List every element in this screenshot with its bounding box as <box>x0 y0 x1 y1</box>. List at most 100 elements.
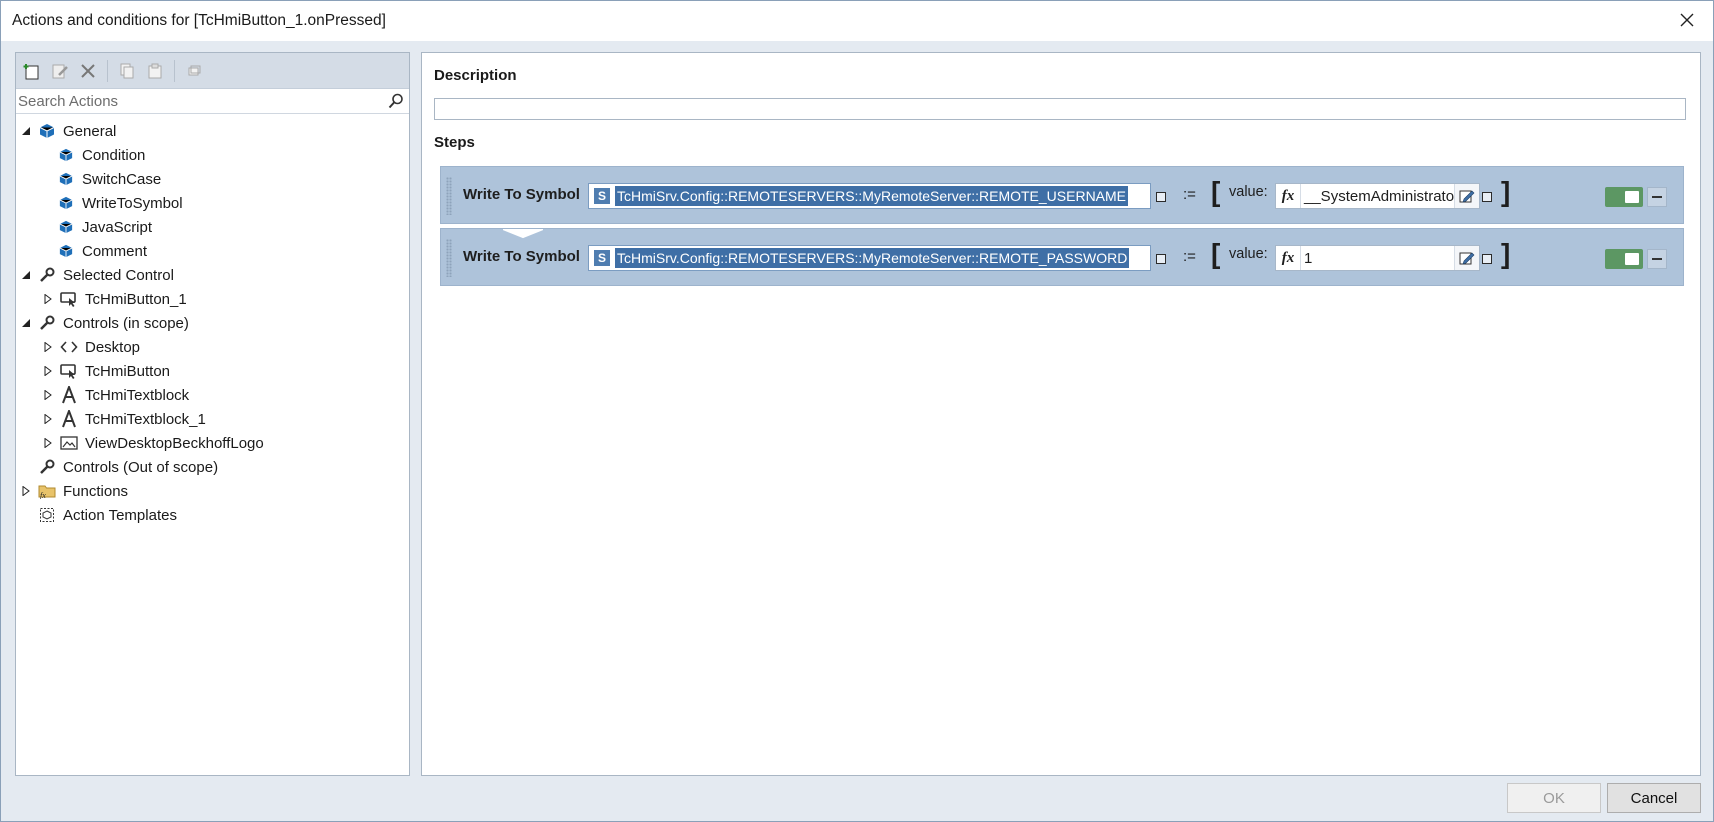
title-bar: Actions and conditions for [TcHmiButton_… <box>1 1 1713 41</box>
step-enabled-toggle[interactable] <box>1605 249 1643 269</box>
tree-label: Controls (Out of scope) <box>63 458 219 476</box>
expand-icon[interactable] <box>42 341 54 353</box>
tree-node-tchmibutton[interactable]: TcHmiButton <box>42 359 170 383</box>
symbol-badge-icon: S <box>593 249 611 267</box>
text-a-icon <box>60 410 78 428</box>
step-enabled-toggle[interactable] <box>1605 187 1643 207</box>
tree-label: Functions <box>63 482 129 500</box>
steps-label: Steps <box>434 134 475 151</box>
toolbar-separator <box>174 59 175 82</box>
actions-toolbar <box>16 53 409 89</box>
tree-node-viewdesktop-logo[interactable]: ViewDesktopBeckhoffLogo <box>42 431 264 455</box>
actions-dialog: Actions and conditions for [TcHmiButton_… <box>0 0 1714 822</box>
tree-label: JavaScript <box>82 218 153 236</box>
value-field[interactable]: fx __SystemAdministrator <box>1275 183 1480 209</box>
tree-node-general[interactable]: General <box>20 119 116 143</box>
tree-label: TcHmiTextblock_1 <box>85 410 206 428</box>
step-connector-icon <box>503 229 543 239</box>
collapse-icon[interactable] <box>20 125 32 137</box>
function-fx-icon[interactable]: fx <box>1276 246 1301 270</box>
tree-label: TcHmiButton <box>85 362 171 380</box>
step-item[interactable]: Write To Symbol S TcHmiSrv.Config::REMOT… <box>440 228 1684 286</box>
tree-label: Controls (in scope) <box>63 314 189 332</box>
tree-node-condition[interactable]: Condition <box>57 143 145 167</box>
tree-node-functions[interactable]: fx Functions <box>20 479 128 503</box>
new-icon[interactable] <box>20 59 44 83</box>
symbol-field[interactable]: S TcHmiSrv.Config::REMOTESERVERS::MyRemo… <box>588 183 1151 209</box>
symbol-options-button[interactable] <box>1156 192 1166 202</box>
image-icon <box>60 434 78 452</box>
code-brackets-icon <box>60 338 78 356</box>
wrench-icon <box>38 266 56 284</box>
open-bracket: [ <box>1211 176 1221 207</box>
paste-icon[interactable] <box>143 59 167 83</box>
tree-label: Desktop <box>85 338 141 356</box>
cube-icon <box>57 170 75 188</box>
edit-value-icon[interactable] <box>1454 184 1479 208</box>
collapse-icon[interactable] <box>20 269 32 281</box>
close-icon[interactable] <box>1675 8 1699 32</box>
expand-icon[interactable] <box>42 437 54 449</box>
expand-icon[interactable] <box>42 365 54 377</box>
step-type-label: Write To Symbol <box>463 248 580 265</box>
search-input[interactable] <box>16 89 380 113</box>
tree-node-tchmitextblock-1[interactable]: TcHmiTextblock_1 <box>42 407 206 431</box>
edit-value-icon[interactable] <box>1454 246 1479 270</box>
cube-icon <box>57 146 75 164</box>
expand-icon[interactable] <box>42 389 54 401</box>
description-input[interactable] <box>434 98 1686 120</box>
tree-node-selected-control[interactable]: Selected Control <box>20 263 174 287</box>
symbol-path: TcHmiSrv.Config::REMOTESERVERS::MyRemote… <box>615 248 1130 268</box>
expand-icon[interactable] <box>42 413 54 425</box>
cube-icon <box>57 218 75 236</box>
tree-label: TcHmiTextblock <box>85 386 190 404</box>
edit-icon[interactable] <box>48 59 72 83</box>
tree-node-controls-in-scope[interactable]: Controls (in scope) <box>20 311 189 335</box>
assign-operator: := <box>1183 248 1196 265</box>
symbol-options-button[interactable] <box>1156 254 1166 264</box>
tree-label: Selected Control <box>63 266 174 284</box>
remove-step-button[interactable] <box>1647 187 1667 207</box>
tree-label: General <box>63 122 117 140</box>
search-icon[interactable] <box>387 92 405 110</box>
tree-node-desktop[interactable]: Desktop <box>42 335 140 359</box>
delete-icon[interactable] <box>76 59 100 83</box>
value-text: __SystemAdministrator <box>1304 188 1460 205</box>
tree-label: TcHmiButton_1 <box>85 290 187 308</box>
value-field[interactable]: fx 1 <box>1275 245 1480 271</box>
step-item[interactable]: Write To Symbol S TcHmiSrv.Config::REMOT… <box>440 166 1684 224</box>
tree-label: Comment <box>82 242 148 260</box>
expand-icon[interactable] <box>20 485 32 497</box>
expand-icon[interactable] <box>42 293 54 305</box>
tree-node-switchcase[interactable]: SwitchCase <box>57 167 161 191</box>
tree-label: Action Templates <box>63 506 177 524</box>
remove-step-button[interactable] <box>1647 249 1667 269</box>
tree-node-writetosymbol[interactable]: WriteToSymbol <box>57 191 183 215</box>
window-title: Actions and conditions for [TcHmiButton_… <box>12 12 386 29</box>
collapse-icon[interactable] <box>20 317 32 329</box>
tree-node-action-templates[interactable]: Action Templates <box>38 503 177 527</box>
ok-button[interactable]: OK <box>1507 783 1601 813</box>
tree-node-comment[interactable]: Comment <box>57 239 147 263</box>
template-icon <box>38 506 56 524</box>
symbol-badge-icon: S <box>593 187 611 205</box>
tree-node-tchmibutton-1[interactable]: TcHmiButton_1 <box>42 287 187 311</box>
close-bracket: ] <box>1501 238 1511 269</box>
editor-panel: Description Steps Write To Symbol S TcHm… <box>421 52 1701 776</box>
value-options-button[interactable] <box>1482 192 1492 202</box>
tree-node-tchmitextblock[interactable]: TcHmiTextblock <box>42 383 189 407</box>
tree-node-controls-out-of-scope[interactable]: Controls (Out of scope) <box>38 455 218 479</box>
drag-handle[interactable] <box>446 177 452 215</box>
copy-icon[interactable] <box>115 59 139 83</box>
duplicate-icon[interactable] <box>182 59 206 83</box>
value-options-button[interactable] <box>1482 254 1492 264</box>
cube-icon <box>57 242 75 260</box>
function-fx-icon[interactable]: fx <box>1276 184 1301 208</box>
cancel-button[interactable]: Cancel <box>1607 783 1701 813</box>
step-type-label: Write To Symbol <box>463 186 580 203</box>
symbol-field[interactable]: S TcHmiSrv.Config::REMOTESERVERS::MyRemo… <box>588 245 1151 271</box>
wrench-icon <box>38 458 56 476</box>
tree-node-javascript[interactable]: JavaScript <box>57 215 152 239</box>
search-bar <box>16 89 409 114</box>
drag-handle[interactable] <box>446 239 452 277</box>
